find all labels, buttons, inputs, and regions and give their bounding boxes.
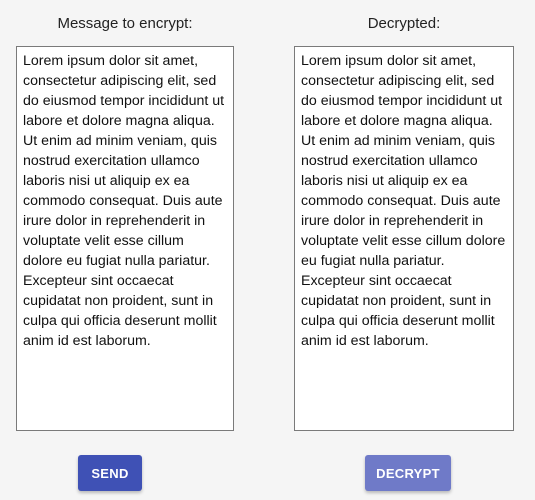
decrypted-textarea[interactable]: Lorem ipsum dolor sit amet, consectetur … [294,46,514,431]
decrypt-button[interactable]: DECRYPT [365,455,451,491]
send-button[interactable]: SEND [78,455,142,491]
encrypt-panel-title: Message to encrypt: [57,15,193,32]
decrypted-panel-title: Decrypted: [367,15,441,32]
message-to-encrypt-textarea[interactable]: Lorem ipsum dolor sit amet, consectetur … [16,46,234,431]
